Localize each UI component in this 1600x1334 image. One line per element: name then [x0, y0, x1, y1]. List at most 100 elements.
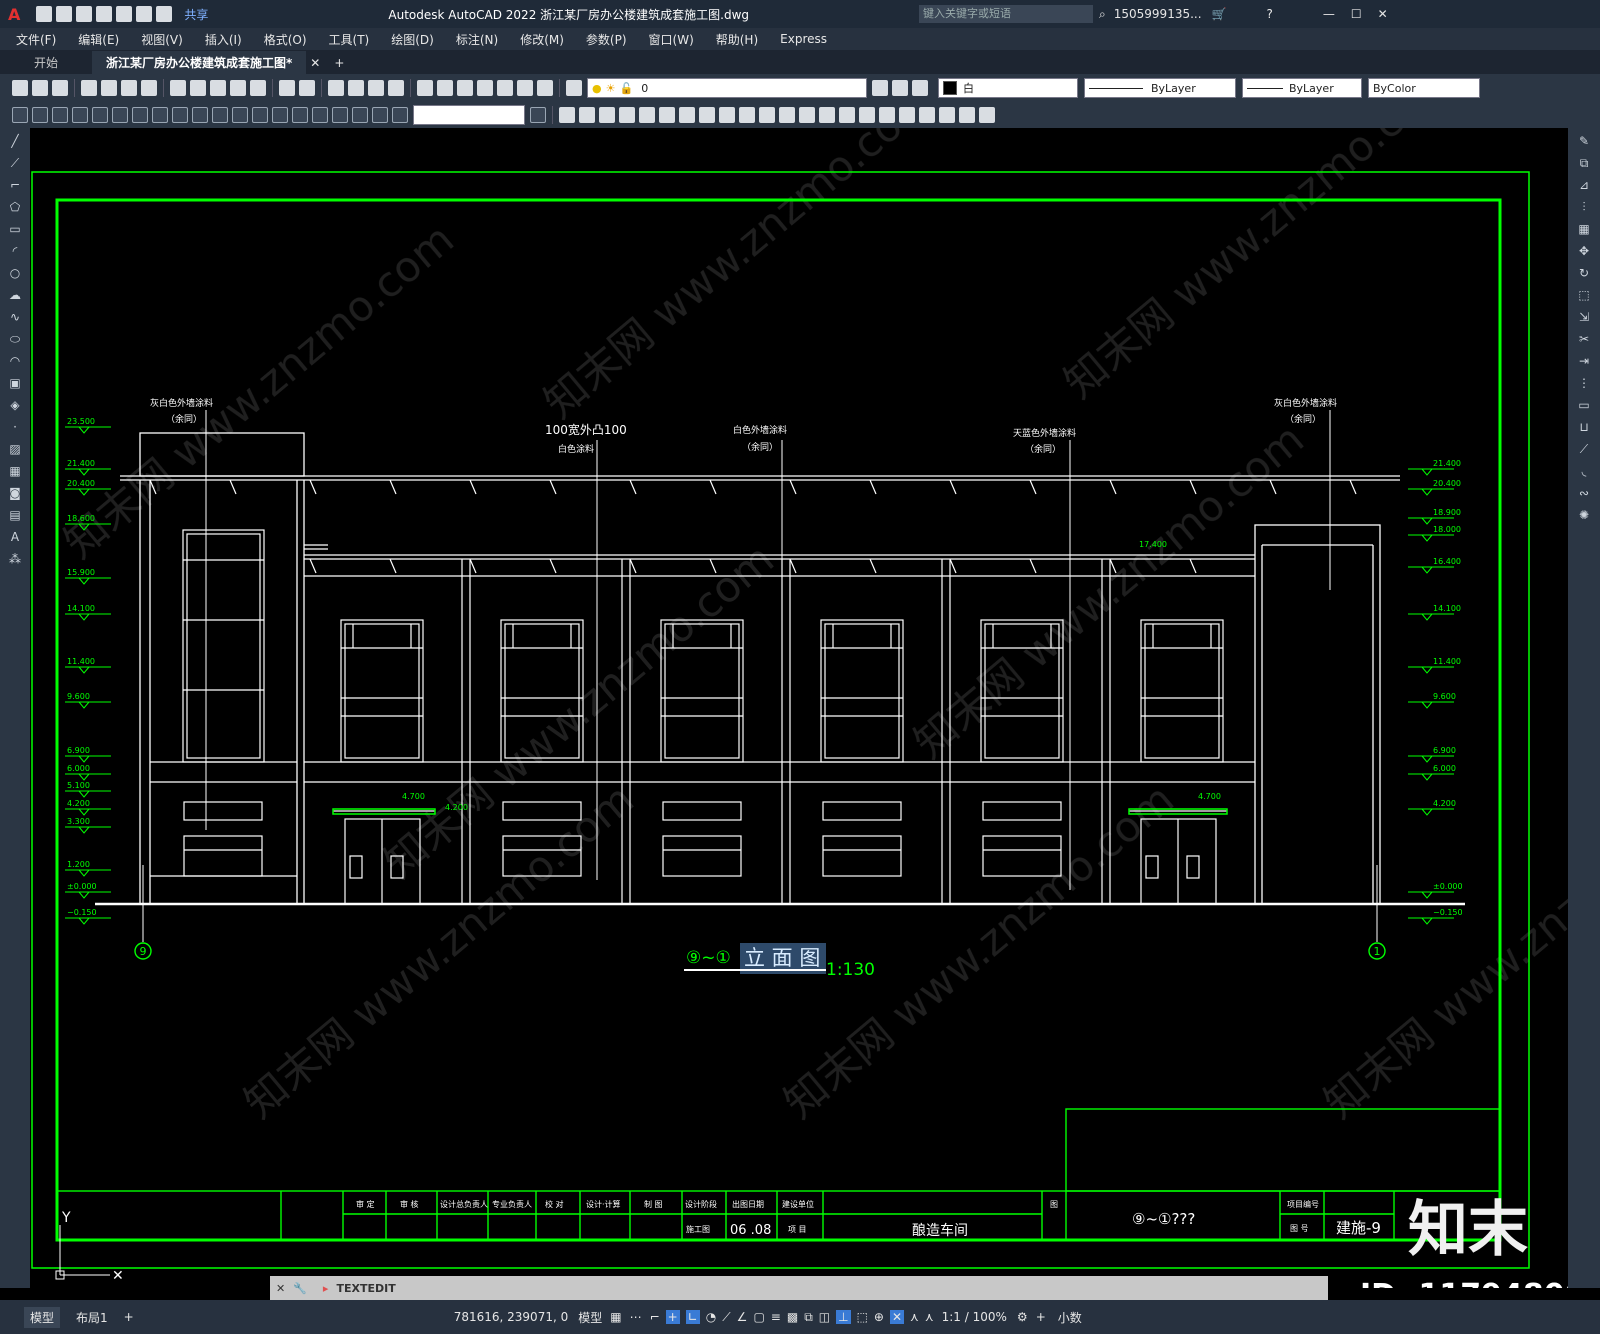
snap-icon[interactable]: ⋯: [630, 1310, 642, 1324]
match-properties-icon[interactable]: [230, 80, 246, 96]
trim-icon[interactable]: [739, 107, 755, 123]
ortho-icon[interactable]: ∟: [685, 1310, 700, 1324]
mirror-icon[interactable]: ⊿: [1575, 176, 1593, 194]
copy-object-icon[interactable]: [579, 107, 595, 123]
lightbulb-icon[interactable]: ●: [592, 82, 602, 95]
attribute-edit-icon[interactable]: [939, 107, 955, 123]
plot-icon[interactable]: [116, 6, 133, 22]
lineweight-icon[interactable]: ≡: [771, 1310, 781, 1324]
menu-format[interactable]: 格式(O): [264, 31, 307, 48]
isodraft-icon[interactable]: ⟋: [722, 1310, 730, 1325]
scale-icon[interactable]: [699, 107, 715, 123]
tool-palettes-icon[interactable]: [457, 80, 473, 96]
tab-document[interactable]: 浙江某厂房办公楼建筑成套施工图*: [92, 51, 307, 74]
redo-icon[interactable]: [156, 6, 173, 22]
polyline-icon[interactable]: ⌐: [6, 176, 24, 194]
circle-icon[interactable]: ○: [6, 264, 24, 282]
mtext-icon[interactable]: A: [6, 528, 24, 546]
lineweight-dropdown[interactable]: ByLayer: [1242, 78, 1362, 98]
minimize-button[interactable]: —: [1323, 7, 1335, 21]
user-account[interactable]: 1505999135...: [1114, 7, 1202, 21]
publish-icon[interactable]: [121, 80, 137, 96]
erase-icon[interactable]: [559, 107, 575, 123]
new-icon[interactable]: [36, 6, 53, 22]
extend-icon[interactable]: [759, 107, 775, 123]
fillet-icon[interactable]: ◟: [1575, 462, 1593, 480]
annotation-monitor-icon[interactable]: +: [1036, 1310, 1046, 1324]
insert-block-icon[interactable]: ▣: [6, 374, 24, 392]
close-cmdline-icon[interactable]: ✕: [276, 1282, 285, 1295]
help-icon[interactable]: [537, 80, 553, 96]
save-as-icon[interactable]: [96, 6, 113, 22]
array-icon[interactable]: [639, 107, 655, 123]
menu-file[interactable]: 文件(F): [16, 31, 56, 48]
arc-icon[interactable]: ◜: [6, 242, 24, 260]
chamfer-icon[interactable]: ⟋: [1575, 440, 1593, 458]
dim-arc-icon[interactable]: [52, 107, 68, 123]
revision-cloud-icon[interactable]: ☁: [6, 286, 24, 304]
cart-icon[interactable]: 🛒: [1212, 7, 1227, 21]
menu-tools[interactable]: 工具(T): [329, 31, 370, 48]
dim-update-icon[interactable]: [392, 107, 408, 123]
search-input[interactable]: 键入关键字或短语: [919, 5, 1094, 23]
pan-icon[interactable]: [328, 80, 344, 96]
menu-dimension[interactable]: 标注(N): [456, 31, 498, 48]
selection-filter-icon[interactable]: ⬚: [857, 1310, 868, 1324]
plotstyle-dropdown[interactable]: ByColor: [1368, 78, 1480, 98]
offset-icon[interactable]: [619, 107, 635, 123]
blend-curves-icon[interactable]: ∾: [1575, 484, 1593, 502]
zoom-window-icon[interactable]: [368, 80, 384, 96]
annotation-scale[interactable]: 1:1 / 100%: [942, 1310, 1007, 1324]
polar-icon[interactable]: ◔: [706, 1310, 716, 1324]
lengthen-icon[interactable]: [979, 107, 995, 123]
join-icon[interactable]: ⊔: [1575, 418, 1593, 436]
close-button[interactable]: ✕: [1378, 7, 1388, 21]
draw-order-icon[interactable]: [899, 107, 915, 123]
dim-continue-icon[interactable]: [212, 107, 228, 123]
stretch-icon[interactable]: ⇲: [1575, 308, 1593, 326]
dim-space-icon[interactable]: [232, 107, 248, 123]
tab-start[interactable]: 开始: [20, 51, 72, 74]
fillet-icon[interactable]: [839, 107, 855, 123]
menu-view[interactable]: 视图(V): [141, 31, 183, 48]
block-editor-icon[interactable]: [250, 80, 266, 96]
command-line[interactable]: ✕ 🔧 ▸ TEXTEDIT: [270, 1276, 1328, 1300]
menu-parametric[interactable]: 参数(P): [586, 31, 627, 48]
customize-icon[interactable]: 🔧: [293, 1282, 307, 1295]
3d-print-icon[interactable]: [141, 80, 157, 96]
search-icon[interactable]: ⌕: [1099, 7, 1106, 22]
add-selected-icon[interactable]: ⁂: [6, 550, 24, 568]
layer-dropdown[interactable]: ● ☀ 🔓 0: [587, 78, 867, 98]
hatch-edit-icon[interactable]: [919, 107, 935, 123]
break-icon[interactable]: [779, 107, 795, 123]
dim-angular-icon[interactable]: [152, 107, 168, 123]
linetype-dropdown[interactable]: ByLayer: [1084, 78, 1236, 98]
model-space-button[interactable]: 模型: [578, 1309, 602, 1326]
close-tab-icon[interactable]: ✕: [310, 56, 320, 70]
menu-window[interactable]: 窗口(W): [649, 31, 694, 48]
new-icon[interactable]: [12, 80, 28, 96]
quickcalc-icon[interactable]: [517, 80, 533, 96]
dim-edit-icon[interactable]: [352, 107, 368, 123]
copy-icon[interactable]: [190, 80, 206, 96]
dim-text-edit-icon[interactable]: [372, 107, 388, 123]
menu-edit[interactable]: 编辑(E): [78, 31, 119, 48]
block-edit-icon[interactable]: [959, 107, 975, 123]
dynamic-input-icon[interactable]: +: [665, 1310, 680, 1324]
object-snap-tracking-icon[interactable]: ∠: [737, 1310, 748, 1324]
dim-break-icon[interactable]: [252, 107, 268, 123]
ellipse-icon[interactable]: ⬭: [6, 330, 24, 348]
layout-tab-model[interactable]: 模型: [24, 1306, 61, 1328]
sheet-set-icon[interactable]: [477, 80, 493, 96]
add-layout-button[interactable]: +: [124, 1310, 134, 1324]
preview-icon[interactable]: [101, 80, 117, 96]
layer-previous-icon[interactable]: [892, 80, 908, 96]
extend-icon[interactable]: ⇥: [1575, 352, 1593, 370]
annotation-scale-icon[interactable]: ⋏: [925, 1310, 934, 1324]
design-center-icon[interactable]: [437, 80, 453, 96]
stretch-icon[interactable]: [719, 107, 735, 123]
explode-icon[interactable]: ✺: [1575, 506, 1593, 524]
dynamic-ucs-icon[interactable]: ⊥: [836, 1310, 851, 1324]
units-label[interactable]: 小数: [1058, 1309, 1082, 1326]
undo-icon[interactable]: [279, 80, 295, 96]
